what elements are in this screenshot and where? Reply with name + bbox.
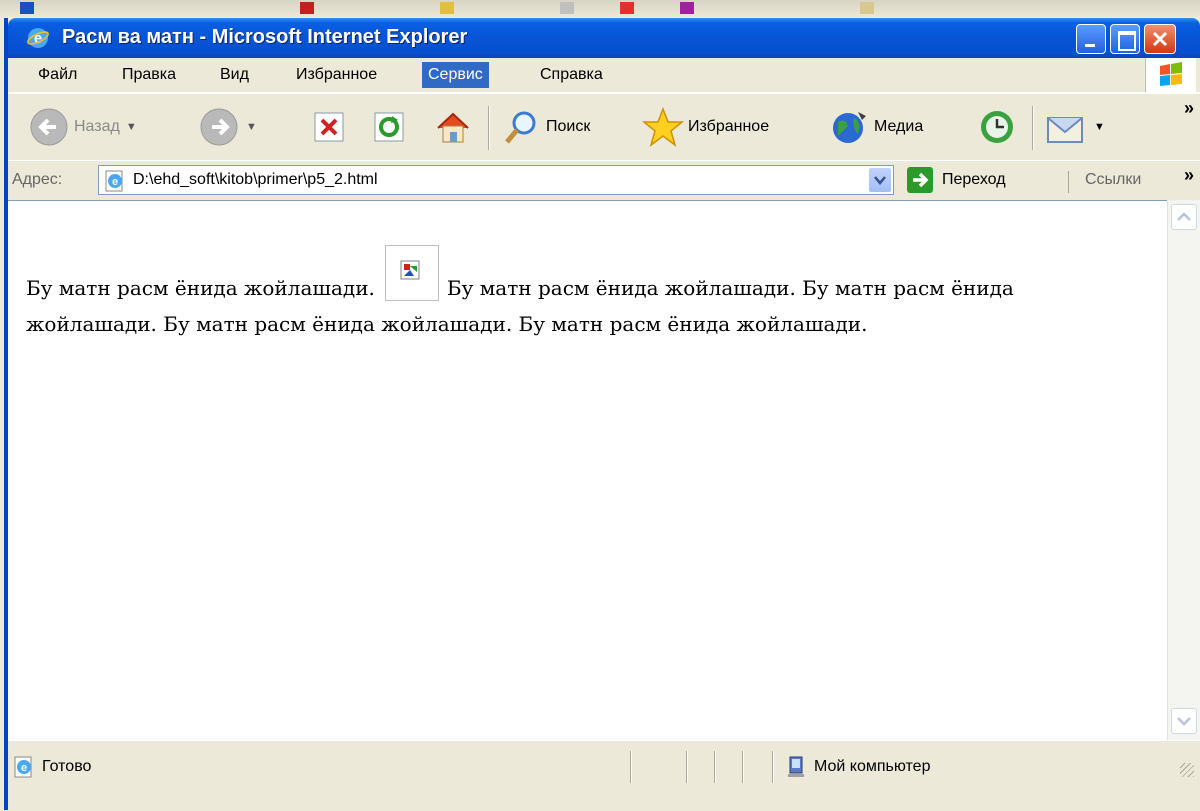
forward-button[interactable]: ▼ — [198, 102, 257, 152]
menu-bar: Файл Правка Вид Избранное Сервис Справка — [8, 58, 1200, 93]
back-button[interactable]: Назад ▼ — [28, 102, 137, 152]
favorites-label: Избранное — [688, 118, 770, 135]
history-button[interactable] — [976, 102, 1018, 152]
page-ie-icon: e — [105, 170, 123, 192]
chevron-up-icon — [1177, 212, 1191, 221]
favorites-star-icon — [642, 106, 684, 147]
menu-favorites[interactable]: Избранное — [290, 62, 383, 88]
svg-text:e: e — [21, 762, 27, 774]
close-icon — [1152, 31, 1168, 47]
menu-view[interactable]: Вид — [214, 62, 255, 88]
window-title: Расм ва матн - Microsoft Internet Explor… — [62, 26, 468, 48]
status-ready: e Готово — [12, 755, 91, 779]
media-button[interactable]: Медиа — [828, 102, 923, 152]
browser-window: e Расм ва матн - Microsoft Internet Expl… — [4, 18, 1200, 811]
maximize-button[interactable] — [1110, 24, 1140, 54]
windows-flag-icon — [1160, 62, 1182, 86]
resize-grip[interactable] — [1180, 763, 1194, 777]
home-button[interactable] — [432, 102, 474, 152]
page-status-icon: e — [14, 756, 32, 778]
status-separator — [772, 751, 774, 783]
search-icon — [505, 111, 536, 144]
forward-arrow-icon — [200, 108, 238, 146]
security-zone: Мой компьютер — [784, 755, 930, 779]
broken-image-icon — [400, 260, 420, 280]
address-label: Адрес: — [12, 171, 63, 188]
refresh-button[interactable] — [372, 102, 406, 152]
address-bar: Адрес: e D:\ehd_soft\kitob\primer\p5_2.h… — [8, 160, 1200, 201]
address-dropdown-button[interactable] — [869, 168, 891, 192]
menu-file[interactable]: Файл — [32, 62, 83, 88]
refresh-icon — [374, 112, 404, 142]
mail-button[interactable]: ▼ — [1044, 102, 1105, 152]
close-button[interactable] — [1144, 24, 1176, 54]
media-globe-icon — [833, 112, 866, 143]
title-bar[interactable]: e Расм ва матн - Microsoft Internet Expl… — [8, 18, 1200, 58]
mail-dropdown-icon[interactable]: ▼ — [1094, 121, 1105, 133]
toolbar-separator — [1032, 106, 1034, 150]
toolbar-overflow-chevron[interactable]: » — [1184, 98, 1194, 119]
taskbar-strip — [0, 0, 1200, 18]
windows-logo — [1145, 58, 1196, 92]
toolbar-separator — [488, 106, 490, 150]
broken-image-placeholder — [384, 245, 439, 301]
menu-help[interactable]: Справка — [534, 62, 609, 88]
back-arrow-icon — [30, 108, 68, 146]
history-icon — [981, 111, 1013, 143]
stop-button[interactable] — [312, 102, 346, 152]
ie-icon: e — [27, 28, 49, 48]
scroll-down-button[interactable] — [1171, 708, 1197, 734]
home-icon — [437, 112, 469, 143]
go-button[interactable]: Переход — [906, 166, 1006, 194]
stop-icon — [314, 112, 344, 142]
minimize-icon — [1085, 44, 1095, 47]
mail-icon — [1047, 117, 1083, 143]
minimize-button[interactable] — [1076, 24, 1106, 54]
links-label[interactable]: Ссылки — [1068, 171, 1141, 193]
forward-dropdown-icon[interactable]: ▼ — [246, 121, 257, 133]
media-label: Медиа — [874, 118, 924, 135]
address-input[interactable]: e D:\ehd_soft\kitob\primer\p5_2.html — [98, 165, 894, 195]
standard-toolbar: Назад ▼ ▼ Поиск Избранное Медиа ▼ » — [8, 93, 1200, 161]
search-button[interactable]: Поиск — [502, 102, 590, 152]
maximize-icon — [1118, 31, 1136, 51]
search-label: Поиск — [546, 118, 591, 135]
status-bar: e Готово Мой компьютер — [8, 740, 1200, 811]
status-ready-text: Готово — [42, 758, 92, 775]
back-dropdown-icon[interactable]: ▼ — [126, 121, 137, 133]
links-overflow-chevron[interactable]: » — [1184, 165, 1194, 186]
status-separator — [714, 751, 716, 783]
status-separator — [686, 751, 688, 783]
svg-text:e: e — [112, 176, 118, 188]
favorites-button[interactable]: Избранное — [642, 102, 769, 152]
menu-edit[interactable]: Правка — [116, 62, 182, 88]
status-separator — [742, 751, 744, 783]
go-label: Переход — [942, 171, 1006, 188]
vertical-scrollbar[interactable] — [1167, 200, 1200, 740]
chevron-down-icon — [1177, 717, 1191, 726]
go-arrow-icon — [907, 167, 933, 193]
my-computer-icon — [788, 756, 804, 777]
address-url: D:\ehd_soft\kitob\primer\p5_2.html — [133, 171, 378, 188]
chevron-down-icon — [874, 176, 886, 185]
page-content: Бу матн расм ёнида жойлашади. Бу матн рас… — [8, 200, 1172, 741]
menu-tools[interactable]: Сервис — [422, 62, 489, 88]
zone-label: Мой компьютер — [814, 758, 931, 775]
status-separator — [630, 751, 632, 783]
text-before-image: Бу матн расм ёнида жойлашади. — [26, 276, 375, 300]
page-paragraph: Бу матн расм ёнида жойлашади. Бу матн рас… — [26, 245, 1106, 342]
back-label: Назад — [74, 118, 120, 135]
scroll-up-button[interactable] — [1171, 204, 1197, 230]
